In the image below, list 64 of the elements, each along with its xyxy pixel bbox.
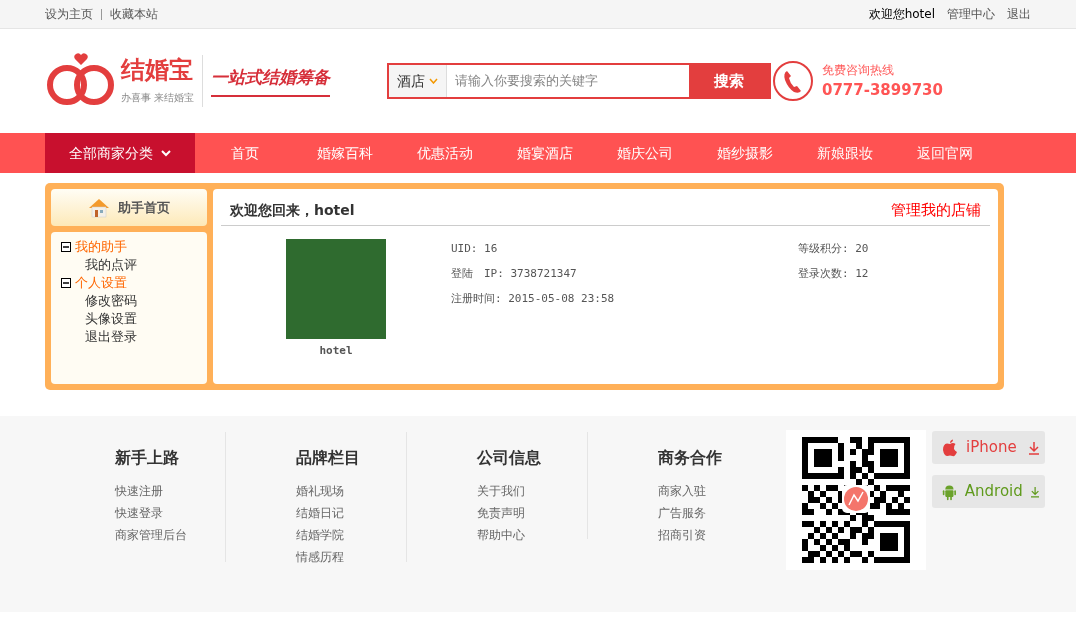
sidebar-item[interactable]: 退出登录 [61, 328, 207, 346]
top-link[interactable]: 收藏本站 [110, 5, 158, 23]
collapse-icon[interactable] [61, 278, 71, 288]
top-link[interactable]: 设为主页 [45, 5, 93, 23]
footer-link[interactable]: 结婚日记 [296, 502, 406, 524]
footer-link[interactable]: 帮助中心 [477, 524, 587, 546]
search-bar[interactable]: 酒店 请输入你要搜索的关键字 搜索 [387, 63, 771, 99]
manage-store-link[interactable]: 管理我的店铺 [891, 198, 981, 222]
footer-link[interactable]: 结婚学院 [296, 524, 406, 546]
hotline-number: 0777-3899730 [821, 79, 943, 101]
sidebar-group[interactable]: 我的助手 [75, 238, 127, 256]
nav-link[interactable]: 首页 [195, 133, 295, 173]
footer-heading: 新手上路 [115, 447, 180, 469]
username-text: hotel [319, 343, 353, 359]
welcome-title: 欢迎您回来，hotel [230, 200, 355, 220]
footer-link[interactable]: 广告服务 [658, 502, 769, 524]
footer-heading: 商务合作 [658, 447, 723, 469]
nav-link[interactable]: 婚宴酒店 [495, 133, 595, 173]
footer-heading: 公司信息 [477, 447, 542, 469]
slogan-text: 一站式结婚筹备 [211, 65, 331, 97]
chevron-down-icon [161, 149, 171, 157]
nav-link[interactable]: 婚嫁百科 [295, 133, 395, 173]
search-field[interactable]: 请输入你要搜索的关键字 [447, 65, 689, 97]
download-icon [1029, 440, 1039, 455]
info-text: 注册时间: 2015-05-08 23:58 [451, 291, 616, 307]
footer-link[interactable]: 快速登录 [115, 502, 225, 524]
top-link[interactable]: 管理中心 [947, 5, 995, 23]
footer-link[interactable]: 关于我们 [477, 480, 587, 502]
phone-icon [771, 60, 814, 102]
house-icon [88, 197, 110, 218]
welcome-text: 欢迎您hotel [868, 6, 935, 23]
footer-link[interactable]: 快速注册 [115, 480, 225, 502]
apple-icon [942, 438, 958, 457]
footer-link[interactable]: 商家管理后台 [115, 524, 225, 546]
info-text: UID: 16 [451, 241, 499, 257]
footer-link[interactable]: 婚礼现场 [296, 480, 406, 502]
logo-tagline: 办喜事 来结婚宝 [121, 90, 195, 105]
search-button[interactable]: 搜索 [689, 65, 769, 97]
download-icon [1030, 484, 1039, 499]
top-link[interactable]: 退出 [1007, 5, 1031, 23]
nav-link[interactable]: 婚庆公司 [595, 133, 695, 173]
logo-name: 结婚宝 [121, 57, 194, 82]
sidebar-item[interactable]: 头像设置 [61, 310, 207, 328]
sidebar-item[interactable]: 我的点评 [61, 256, 207, 274]
footer-heading: 品牌栏目 [296, 447, 361, 469]
nav-link[interactable]: 新娘跟妆 [795, 133, 895, 173]
nav-link[interactable]: 优惠活动 [395, 133, 495, 173]
category-menu-button[interactable]: 全部商家分类 [45, 133, 195, 173]
info-text: 等级积分: 20 [798, 241, 869, 257]
nav-link[interactable]: 返回官网 [895, 133, 995, 173]
footer-link[interactable]: 商家入驻 [658, 480, 769, 502]
footer-link[interactable]: 情感历程 [296, 546, 406, 568]
footer-link[interactable]: 招商引资 [658, 524, 769, 546]
caret-icon [429, 78, 438, 84]
info-text: 登录次数: 12 [798, 266, 869, 282]
sidebar-item[interactable]: 修改密码 [61, 292, 207, 310]
nav-link[interactable]: 婚纱摄影 [695, 133, 795, 173]
collapse-icon[interactable] [61, 242, 71, 252]
category-dropdown[interactable]: 酒店 [389, 65, 447, 97]
app-download-button[interactable]: iPhone [932, 431, 1045, 464]
hotline-label: 免费咨询热线 [821, 61, 895, 79]
footer-link[interactable]: 免责声明 [477, 502, 587, 524]
info-text: 登陆 IP: 3738721347 [451, 266, 578, 282]
assistant-home-link[interactable]: 助手首页 [51, 189, 207, 226]
